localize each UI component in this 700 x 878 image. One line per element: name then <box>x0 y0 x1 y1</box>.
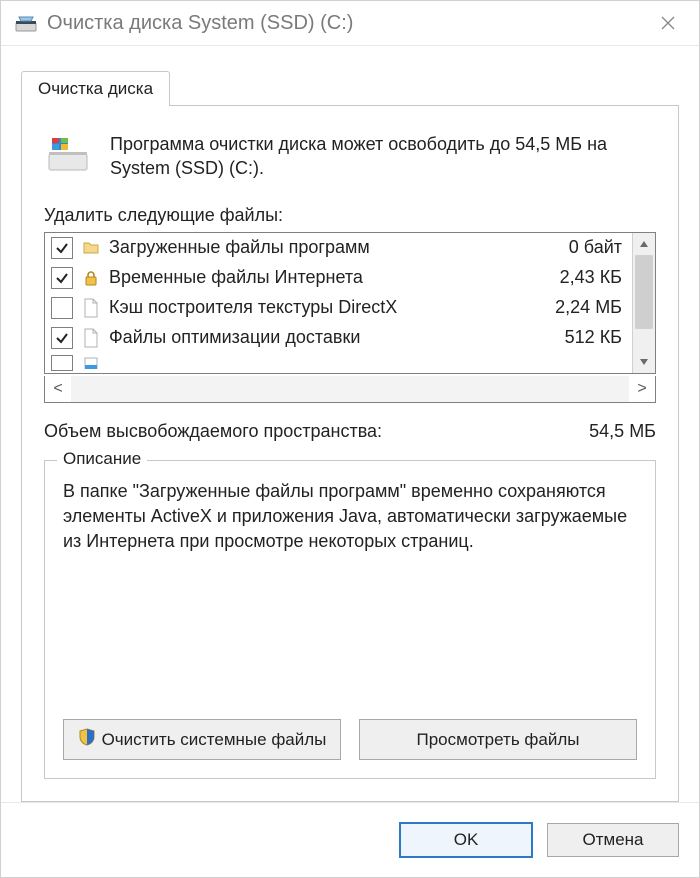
file-row-partial[interactable] <box>45 353 632 373</box>
view-files-label: Просмотреть файлы <box>417 730 580 750</box>
folder-icon <box>81 238 101 258</box>
description-legend: Описание <box>57 449 147 469</box>
checkbox[interactable] <box>51 297 73 319</box>
disk-cleanup-window: Очистка диска System (SSD) (C:) Очистка … <box>0 0 700 878</box>
scroll-left-icon[interactable]: < <box>45 376 71 402</box>
dialog-footer: OK Отмена <box>1 802 699 877</box>
close-button[interactable] <box>645 1 691 45</box>
scroll-up-icon[interactable] <box>633 233 655 255</box>
scroll-down-icon[interactable] <box>633 351 655 373</box>
file-row[interactable]: Кэш построителя текстуры DirectX 2,24 МБ <box>45 293 632 323</box>
shield-icon <box>78 728 96 751</box>
view-files-button[interactable]: Просмотреть файлы <box>359 719 637 760</box>
file-icon <box>81 353 101 373</box>
intro-text: Программа очистки диска может освободить… <box>110 132 656 181</box>
intro-row: Программа очистки диска может освободить… <box>44 132 656 181</box>
titlebar: Очистка диска System (SSD) (C:) <box>1 1 699 46</box>
close-icon <box>661 16 675 30</box>
drive-icon <box>44 132 92 181</box>
check-icon <box>55 331 69 345</box>
clean-system-files-label: Очистить системные файлы <box>102 730 327 750</box>
file-row-label: Загруженные файлы программ <box>109 237 534 258</box>
file-list: Загруженные файлы программ 0 байт Времен… <box>44 232 656 374</box>
scroll-track[interactable] <box>633 329 655 351</box>
window-title: Очистка диска System (SSD) (C:) <box>47 12 645 35</box>
cancel-button[interactable]: Отмена <box>547 823 679 857</box>
file-row-size: 2,43 КБ <box>542 267 622 288</box>
clean-system-files-button[interactable]: Очистить системные файлы <box>63 719 341 760</box>
tab-panel: Программа очистки диска может освободить… <box>21 105 679 802</box>
tab-cleanup[interactable]: Очистка диска <box>21 71 170 106</box>
vertical-scrollbar[interactable] <box>632 233 655 373</box>
checkbox[interactable] <box>51 267 73 289</box>
disk-cleanup-icon <box>15 12 37 34</box>
cancel-label: Отмена <box>583 830 644 850</box>
checkbox[interactable] <box>51 237 73 259</box>
file-icon <box>81 298 101 318</box>
file-row-label: Кэш построителя текстуры DirectX <box>109 297 534 318</box>
horizontal-scrollbar[interactable]: < > <box>44 376 656 403</box>
ok-button[interactable]: OK <box>399 822 533 858</box>
file-row[interactable]: Временные файлы Интернета 2,43 КБ <box>45 263 632 293</box>
file-row-label: Временные файлы Интернета <box>109 267 534 288</box>
file-row-size: 0 байт <box>542 237 622 258</box>
file-row-label: Файлы оптимизации доставки <box>109 327 534 348</box>
tab-strip: Очистка диска <box>21 68 679 106</box>
total-value: 54,5 МБ <box>589 421 656 442</box>
file-list-body[interactable]: Загруженные файлы программ 0 байт Времен… <box>45 233 632 373</box>
description-buttons: Очистить системные файлы Просмотреть фай… <box>63 719 637 760</box>
total-row: Объем высвобождаемого пространства: 54,5… <box>44 421 656 442</box>
checkbox[interactable] <box>51 355 73 371</box>
file-row-size: 2,24 МБ <box>542 297 622 318</box>
client-area: Очистка диска Программа очистки диска мо… <box>1 46 699 802</box>
ok-label: OK <box>454 830 479 850</box>
check-icon <box>55 241 69 255</box>
checkbox[interactable] <box>51 327 73 349</box>
description-group: Описание В папке "Загруженные файлы прог… <box>44 460 656 779</box>
scroll-track[interactable] <box>71 376 629 402</box>
file-icon <box>81 328 101 348</box>
description-text: В папке "Загруженные файлы программ" вре… <box>63 479 637 705</box>
file-row-size: 512 КБ <box>542 327 622 348</box>
scroll-right-icon[interactable]: > <box>629 376 655 402</box>
file-row[interactable]: Файлы оптимизации доставки 512 КБ <box>45 323 632 353</box>
lock-icon <box>81 268 101 288</box>
files-label: Удалить следующие файлы: <box>44 205 656 226</box>
scroll-thumb[interactable] <box>635 255 653 329</box>
file-row[interactable]: Загруженные файлы программ 0 байт <box>45 233 632 263</box>
check-icon <box>55 271 69 285</box>
total-label: Объем высвобождаемого пространства: <box>44 421 382 442</box>
